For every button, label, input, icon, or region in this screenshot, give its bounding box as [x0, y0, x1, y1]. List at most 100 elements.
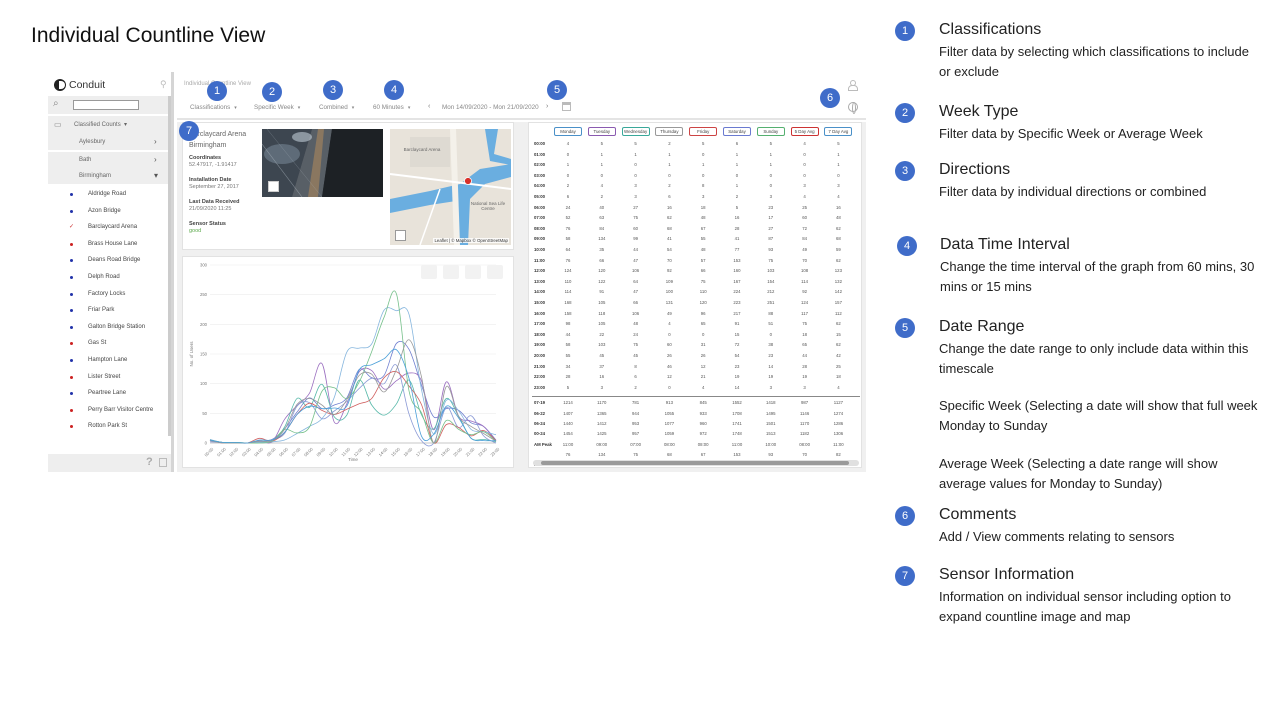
countline-image[interactable]	[262, 129, 383, 197]
table-header-7-day-avg[interactable]: 7 Day Avg	[824, 127, 853, 136]
folder-classified-counts[interactable]: ▭ Classified Counts ▾	[48, 116, 171, 134]
sidebar-site-item[interactable]: Peartree Lane	[48, 385, 171, 401]
table-summary-cell: 1182	[799, 431, 810, 437]
table-header-saturday[interactable]: Saturday	[723, 127, 751, 136]
reset-icon[interactable]	[487, 265, 503, 279]
legend-description: Information on individual sensor includi…	[939, 589, 1231, 624]
sidebar-site-item[interactable]: Deans Road Bridge	[48, 252, 171, 268]
table-cell: 26	[700, 353, 706, 358]
sidebar-region-bath[interactable]: Bath ›	[48, 152, 171, 168]
table-header-5-day-avg[interactable]: 5 Day Avg	[790, 127, 819, 136]
table-summary-cell: 1274	[833, 410, 844, 416]
table-cell: 3	[600, 384, 603, 390]
sidebar-site-item[interactable]: Factory Locks	[48, 286, 171, 302]
sidebar-site-item[interactable]: Lister Street	[48, 369, 171, 385]
globe-icon[interactable]	[848, 102, 858, 114]
sidebar-region-aylesbury[interactable]: Aylesbury ›	[48, 134, 171, 150]
y-tick-label: 250	[200, 292, 208, 297]
sidebar-site-item[interactable]: Brass House Lane	[48, 236, 171, 252]
data-view-icon[interactable]	[465, 265, 481, 279]
region-label: Aylesbury	[79, 139, 106, 145]
expand-image-icon[interactable]	[268, 181, 279, 192]
sidebar-site-item[interactable]: ✓ Barclaycard Arena	[48, 219, 171, 235]
table-cell: 23	[734, 363, 740, 369]
week-type-dropdown[interactable]: Specific Week ▾	[254, 104, 300, 111]
site-status-dot	[70, 209, 73, 213]
sidebar-site-item[interactable]: Rotton Park St	[48, 418, 171, 434]
table-cell: 62	[836, 321, 841, 327]
sidebar-scrollbar[interactable]	[168, 96, 171, 436]
classifications-dropdown[interactable]: Classifications ▾	[190, 104, 237, 111]
caret-down-icon: ▾	[407, 105, 411, 111]
table-cell: 2	[668, 183, 671, 189]
calendar-icon[interactable]	[562, 102, 571, 111]
sidebar-site-item[interactable]: Hampton Lane	[48, 352, 171, 368]
table-summary-cell: 11:00	[731, 441, 743, 447]
table-cell: 212	[767, 289, 775, 295]
site-label: Azon Bridge	[88, 207, 121, 214]
next-week-icon[interactable]: ›	[546, 103, 548, 110]
sidebar-site-item[interactable]: Aldridge Road	[48, 186, 171, 202]
table-summary-cell: 1055	[664, 410, 675, 416]
help-icon[interactable]: ?	[146, 456, 153, 468]
table-cell: 19	[734, 374, 740, 380]
interval-dropdown[interactable]: 60 Minutes ▾	[373, 104, 410, 111]
sidebar-site-item[interactable]: Perry Barr Visitor Centre	[48, 402, 171, 418]
legend-marker: 4	[897, 236, 917, 256]
table-header-wednesday[interactable]: Wednesday	[621, 127, 650, 136]
sidebar-site-item[interactable]: Friar Park	[48, 302, 171, 318]
date-range[interactable]: Mon 14/09/2020 - Mon 21/09/2020	[442, 104, 539, 111]
sidebar-site-item[interactable]: Galton Bridge Station	[48, 319, 171, 335]
table-cell: 75	[633, 342, 638, 348]
site-label: Factory Locks	[88, 290, 126, 297]
table-cell: 108	[801, 268, 809, 274]
export-icon[interactable]	[159, 458, 167, 467]
sidebar-site-item[interactable]: Delph Road	[48, 269, 171, 285]
image-export-icon[interactable]	[421, 265, 437, 279]
last-data-label: Last Data Received	[189, 199, 240, 205]
classifications-label: Classifications	[190, 104, 231, 111]
expand-map-icon[interactable]	[395, 230, 406, 241]
table-cell: 19	[768, 374, 774, 380]
sidebar-site-item[interactable]: Gas St	[48, 335, 171, 351]
table-summary-cell: 933	[699, 410, 707, 416]
x-tick-label: 08:00	[303, 446, 314, 457]
table-cell: 64	[565, 247, 571, 252]
direction-dropdown[interactable]: Combined ▾	[319, 104, 354, 111]
x-tick-label: 17:00	[415, 446, 426, 457]
pin-icon[interactable]: ⚲	[160, 79, 167, 90]
table-cell: 118	[598, 310, 606, 316]
map-attribution[interactable]: Leaflet | © Mapbox © OpenStreetMap	[433, 238, 509, 243]
user-icon[interactable]	[848, 80, 858, 91]
table-header-friday[interactable]: Friday	[689, 127, 718, 136]
sidebar-site-item[interactable]: Azon Bridge	[48, 203, 171, 219]
table-cell: 60	[802, 215, 807, 221]
previous-week-icon[interactable]: ‹	[428, 103, 430, 110]
legend-title: Sensor Information	[939, 566, 1075, 583]
table-row-label: 08:00	[534, 225, 545, 231]
table-scrollbar-thumb[interactable]	[541, 461, 849, 465]
table-cell: 58	[565, 342, 571, 348]
sidebar-region-birmingham[interactable]: Birmingham ▾	[48, 168, 171, 184]
table-header-sunday[interactable]: Sunday	[756, 127, 785, 136]
table-summary-cell: 1407	[563, 410, 573, 416]
table-scrollbar[interactable]	[533, 460, 859, 466]
table-header-thursday[interactable]: Thursday	[655, 127, 684, 136]
table-summary-cell: 75	[633, 451, 638, 457]
caret-down-icon: ▾	[351, 105, 355, 111]
zoom-icon[interactable]	[443, 265, 459, 279]
table-summary-cell: 1418	[766, 400, 776, 406]
search-input[interactable]	[73, 100, 139, 110]
table-summary-cell: 1708	[732, 410, 742, 416]
table-summary-label: 00-24	[534, 431, 545, 437]
sensor-map[interactable]: Barclaycard Arena National Sea Life Cent…	[390, 129, 511, 245]
countline-photo	[262, 129, 383, 197]
table-summary-cell: 1748	[732, 431, 742, 437]
marker-4: 4	[384, 80, 404, 100]
table-cell: 47	[633, 257, 638, 263]
table-header-tuesday[interactable]: Tuesday	[587, 127, 616, 136]
table-summary-cell: 845	[699, 400, 707, 406]
logo[interactable]: Conduit	[54, 78, 105, 92]
table-header-monday[interactable]: Monday	[554, 127, 582, 136]
search-icon[interactable]: ⌕	[53, 98, 59, 109]
